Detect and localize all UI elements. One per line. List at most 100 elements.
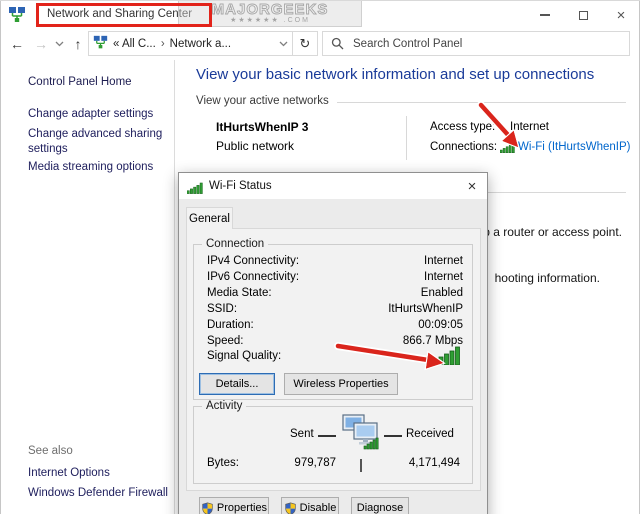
diagnose-button-label: Diagnose <box>356 502 404 514</box>
breadcrumb-current[interactable]: Network a... <box>170 38 231 50</box>
page-title: View your basic network information and … <box>196 66 595 83</box>
dialog-close-button[interactable]: × <box>457 173 487 199</box>
signal-quality-label: Signal Quality: <box>207 350 282 362</box>
network-type: Public network <box>216 139 295 153</box>
sidebar-item-change-advanced-sharing[interactable]: Change advanced sharing settings <box>28 127 168 156</box>
breadcrumb-separator: › <box>160 37 165 50</box>
wifi-status-dialog: Wi-Fi Status × General Connection IPv4 C… <box>178 172 488 514</box>
network-info-divider <box>406 116 407 160</box>
properties-button-label: Properties <box>216 502 268 514</box>
sidebar-item-control-panel-home[interactable]: Control Panel Home <box>28 75 132 90</box>
wifi-connection-link[interactable]: Wi-Fi (ItHurtsWhenIP) <box>518 141 630 153</box>
row-label: IPv4 Connectivity: <box>207 255 300 267</box>
row-label: Duration: <box>207 318 254 331</box>
breadcrumb-root[interactable]: « All C... <box>113 38 156 50</box>
activity-group-label: Activity <box>202 400 247 412</box>
window-top-edge <box>0 0 640 1</box>
sidebar-divider <box>174 60 175 514</box>
access-type-row: Access type: Internet <box>430 121 549 133</box>
navigation-toolbar: ← → ↑ « All C... › Network a... ↻ <box>0 30 640 60</box>
forward-icon: → <box>34 36 48 52</box>
maximize-icon <box>578 10 588 20</box>
disable-button-label: Disable <box>299 502 337 514</box>
search-input[interactable] <box>351 36 621 51</box>
row-label: Speed: <box>207 334 244 347</box>
network-sharing-center-window: Network and Sharing Center × MAJORGEEKS … <box>0 0 640 514</box>
diagnose-button[interactable]: Diagnose <box>351 497 409 514</box>
signal-quality-bars-icon <box>433 346 461 370</box>
dialog-title-bar: Wi-Fi Status × <box>179 173 487 199</box>
connection-groupbox: Connection IPv4 Connectivity: Internet I… <box>193 238 473 400</box>
access-type-label: Access type: <box>430 121 496 133</box>
forward-button[interactable]: → <box>30 30 52 58</box>
row-value: Internet <box>424 270 463 283</box>
received-label: Received <box>406 428 454 440</box>
see-also-heading: See also <box>28 445 73 457</box>
sidebar-item-windows-defender-firewall[interactable]: Windows Defender Firewall <box>28 486 168 501</box>
uac-shield-icon <box>202 501 213 514</box>
refresh-icon: ↻ <box>299 35 311 51</box>
active-networks-section: View your active networks <box>196 95 626 107</box>
properties-button[interactable]: Properties <box>199 497 269 514</box>
minimize-icon <box>540 14 550 16</box>
network-name: ItHurtsWhenIP 3 <box>216 120 309 134</box>
sidebar-item-internet-options[interactable]: Internet Options <box>28 466 110 481</box>
address-dropdown-icon[interactable] <box>279 41 288 47</box>
row-label: Media State: <box>207 286 272 299</box>
dialog-title: Wi-Fi Status <box>209 180 272 192</box>
connections-label: Connections: <box>430 141 498 153</box>
row-value: 00:09:05 <box>418 318 463 331</box>
recent-pages-button[interactable] <box>52 30 66 58</box>
address-bar-location-icon <box>93 35 108 53</box>
details-button-label: Details... <box>215 378 259 390</box>
sidebar-item-media-streaming[interactable]: Media streaming options <box>28 160 153 175</box>
activity-groupbox: Activity Sent Received Bytes: 979,787 4,… <box>193 400 473 484</box>
row-media-state: Media State: Enabled <box>207 286 463 302</box>
back-button[interactable]: ← <box>6 30 28 58</box>
bytes-sent-value: 979,787 <box>294 457 336 469</box>
search-icon <box>331 37 344 50</box>
close-icon: × <box>616 6 626 24</box>
wifi-signal-icon <box>500 142 515 153</box>
red-highlight-rectangle <box>36 3 212 27</box>
sent-label: Sent <box>290 428 314 440</box>
address-bar[interactable]: « All C... › Network a... <box>88 31 293 56</box>
bytes-divider-tick <box>360 459 362 472</box>
back-icon: ← <box>10 36 24 52</box>
title-bar: Network and Sharing Center × <box>0 0 640 30</box>
row-ipv6: IPv6 Connectivity: Internet <box>207 270 463 286</box>
access-type-value: Internet <box>510 121 549 133</box>
refresh-button[interactable]: ↻ <box>293 31 318 56</box>
wifi-status-icon <box>186 181 203 199</box>
row-label: IPv6 Connectivity: <box>207 270 300 283</box>
connection-group-label: Connection <box>202 238 269 250</box>
row-label: SSID: <box>207 302 238 315</box>
tab-general[interactable]: General <box>186 207 233 229</box>
connection-rows: IPv4 Connectivity: Internet IPv6 Connect… <box>207 254 463 349</box>
dialog-close-icon: × <box>467 177 477 195</box>
window-left-edge <box>0 0 1 514</box>
partial-text-router: t up a router or access point. <box>469 225 622 239</box>
sidebar-item-change-adapter-settings[interactable]: Change adapter settings <box>28 107 153 122</box>
search-box[interactable] <box>322 31 630 56</box>
row-value: Enabled <box>420 286 463 299</box>
uac-shield-icon <box>284 501 296 514</box>
row-value: ItHurtsWhenIP <box>388 302 463 315</box>
minimize-button[interactable] <box>526 0 564 30</box>
row-ipv4: IPv4 Connectivity: Internet <box>207 254 463 270</box>
computer-activity-icon <box>340 412 380 457</box>
close-button[interactable]: × <box>602 0 640 30</box>
row-ssid: SSID: ItHurtsWhenIP <box>207 302 463 318</box>
network-sharing-center-icon <box>8 6 26 29</box>
details-button[interactable]: Details... <box>199 373 275 395</box>
up-button[interactable]: ↑ <box>68 30 88 58</box>
bytes-label: Bytes: <box>207 457 239 469</box>
wireless-properties-button[interactable]: Wireless Properties <box>284 373 398 395</box>
maximize-button[interactable] <box>564 0 602 30</box>
wireless-properties-label: Wireless Properties <box>293 378 389 390</box>
chevron-down-icon <box>55 41 63 47</box>
row-speed: Speed: 866.7 Mbps <box>207 334 463 350</box>
disable-button[interactable]: Disable <box>281 497 339 514</box>
up-icon: ↑ <box>74 36 82 52</box>
active-networks-label: View your active networks <box>196 95 329 107</box>
